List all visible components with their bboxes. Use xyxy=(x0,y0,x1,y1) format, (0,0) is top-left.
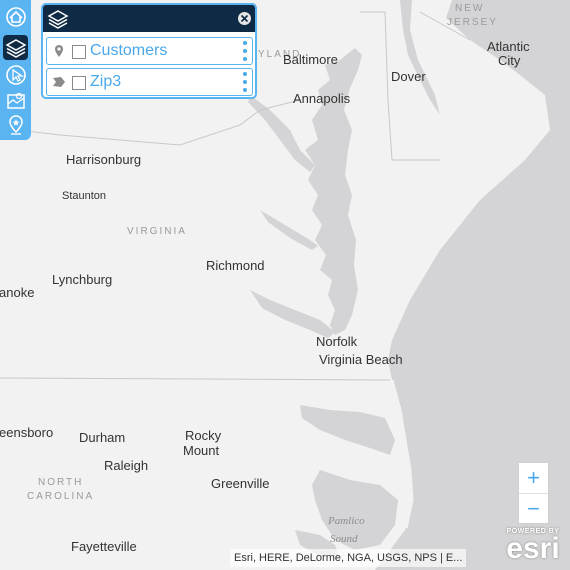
city-label-greensboro: eensboro xyxy=(0,425,53,440)
city-label-rocky-mount-1: Rocky xyxy=(185,428,222,443)
city-label-rocky-mount-2: Mount xyxy=(183,443,220,458)
close-icon xyxy=(240,14,249,23)
state-label-new-jersey-2: JERSEY xyxy=(447,17,498,28)
city-label-staunton: Staunton xyxy=(62,190,106,202)
layer-name: Zip3 xyxy=(90,73,122,90)
city-label-norfolk: Norfolk xyxy=(316,334,358,349)
esri-logo[interactable]: POWERED BY esri xyxy=(500,528,566,566)
location-pin-icon xyxy=(8,114,23,135)
layers-icon xyxy=(4,38,27,58)
city-label-raleigh: Raleigh xyxy=(104,458,148,473)
widget-toolbar xyxy=(0,0,31,140)
city-label-harrisonburg: Harrisonburg xyxy=(66,152,141,167)
city-label-fayetteville: Fayetteville xyxy=(71,539,137,554)
layers-icon xyxy=(47,10,69,29)
city-label-annapolis: Annapolis xyxy=(293,91,351,106)
home-icon xyxy=(5,6,26,27)
esri-brand-text: esri xyxy=(506,532,560,565)
state-label-north-carolina-2: CAROLINA xyxy=(27,491,94,502)
layer-options-menu-button[interactable] xyxy=(242,41,248,61)
map-attribution[interactable]: Esri, HERE, DeLorme, NGA, USGS, NPS | E.… xyxy=(230,549,467,567)
polygon-icon xyxy=(53,77,65,87)
city-label-virginia-beach: Virginia Beach xyxy=(319,352,403,367)
state-label-north-carolina-1: NORTH xyxy=(38,477,83,488)
map-gallery-button[interactable] xyxy=(3,88,28,113)
city-label-baltimore: Baltimore xyxy=(283,52,338,67)
locate-button[interactable] xyxy=(3,112,28,137)
layer-row-customers[interactable]: Customers xyxy=(46,37,253,65)
zoom-in-button[interactable]: + xyxy=(519,463,548,494)
state-label-new-jersey-1: NEW xyxy=(455,3,484,14)
city-label-greenville: Greenville xyxy=(211,476,270,491)
layer-list-button[interactable] xyxy=(3,35,28,60)
layer-visibility-checkbox[interactable] xyxy=(72,45,86,59)
home-button[interactable] xyxy=(3,4,28,29)
panel-close-button[interactable] xyxy=(238,12,251,25)
select-cursor-icon xyxy=(5,64,26,85)
city-label-atlantic-city-2: City xyxy=(498,53,521,68)
layer-visibility-checkbox[interactable] xyxy=(72,76,86,90)
layer-row-zip3[interactable]: Zip3 xyxy=(46,68,253,96)
city-label-roanoke: anoke xyxy=(0,285,34,300)
layer-list-header xyxy=(43,5,255,32)
point-pin-icon xyxy=(55,45,63,57)
select-button[interactable] xyxy=(3,62,28,87)
city-label-richmond: Richmond xyxy=(206,258,265,273)
layer-options-menu-button[interactable] xyxy=(242,72,248,92)
city-label-lynchburg: Lynchburg xyxy=(52,272,112,287)
city-label-atlantic-city-1: Atlantic xyxy=(487,39,530,54)
city-label-durham: Durham xyxy=(79,430,125,445)
zoom-control: + − xyxy=(518,462,549,524)
map-gallery-icon xyxy=(6,92,25,109)
layer-list-panel: Customers Zip3 xyxy=(41,3,257,99)
zoom-out-button[interactable]: − xyxy=(519,494,548,524)
city-label-dover: Dover xyxy=(391,69,426,84)
water-label-pamlico-1: Pamlico xyxy=(327,515,365,527)
water-label-pamlico-2: Sound xyxy=(330,533,358,545)
layer-name: Customers xyxy=(90,42,168,59)
state-label-virginia: VIRGINIA xyxy=(127,226,187,237)
